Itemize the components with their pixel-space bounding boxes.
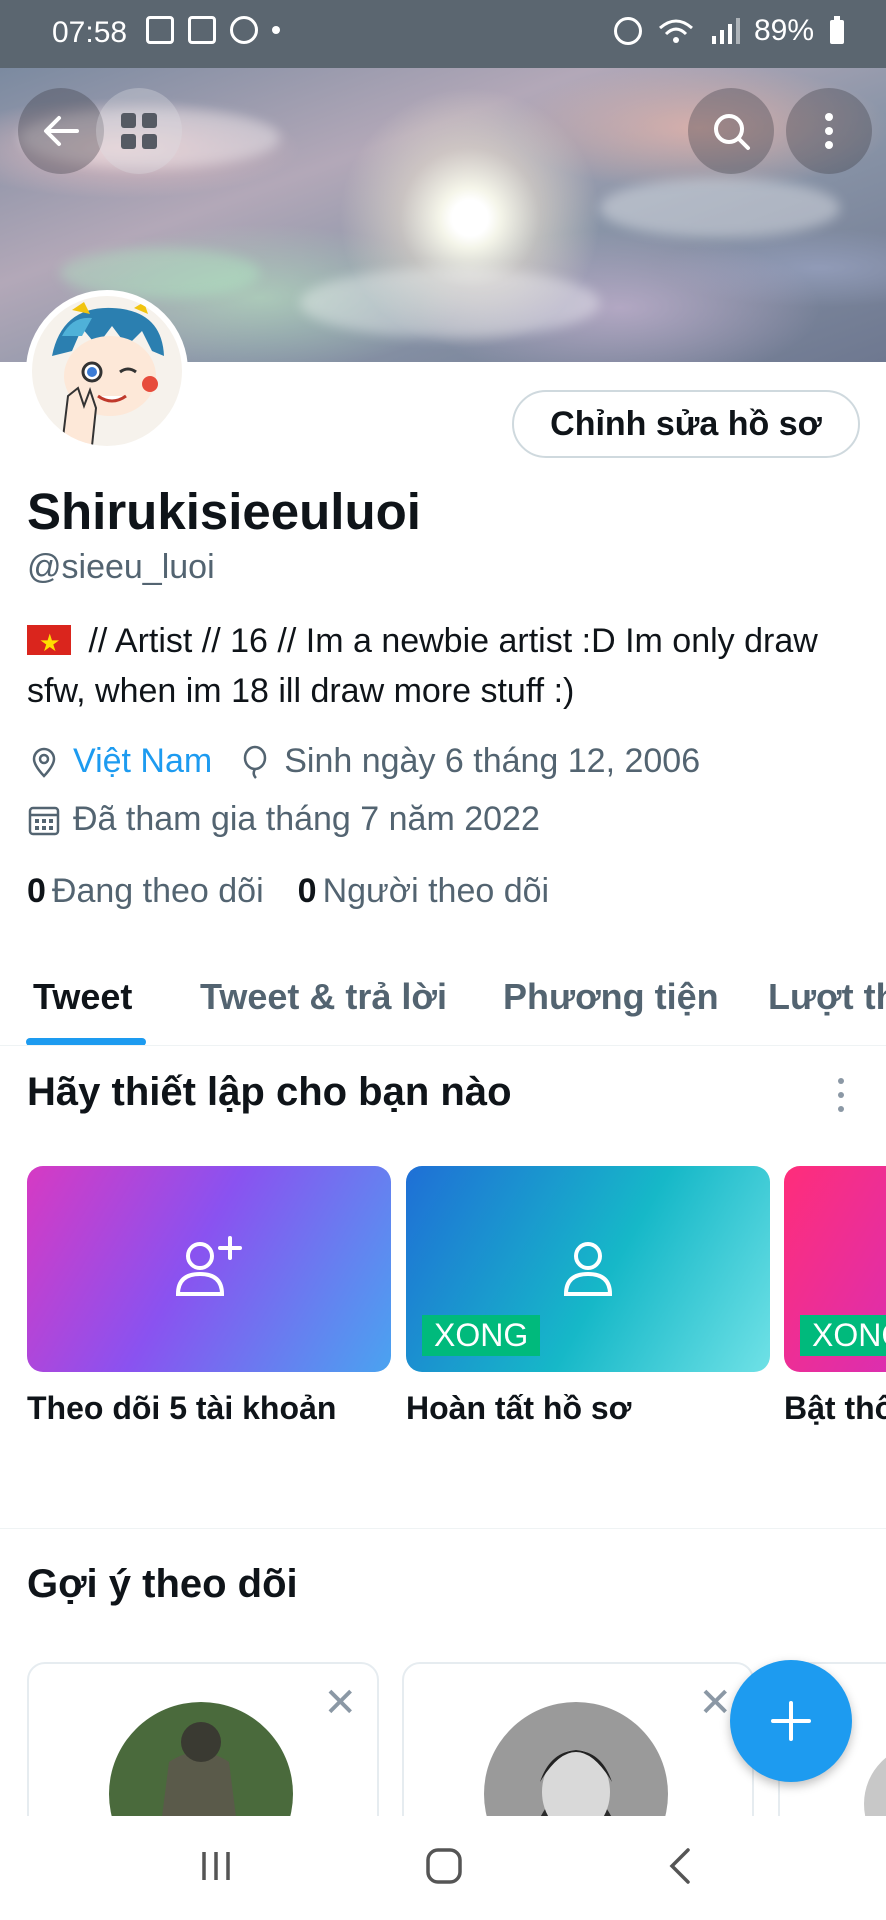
arrow-left-icon <box>44 116 79 146</box>
add-user-icon <box>175 1236 242 1296</box>
alarm-icon <box>613 17 642 45</box>
battery-percent: 89% <box>753 14 814 47</box>
following-label: Đang theo dõi <box>51 872 264 910</box>
dismiss-suggestion-close-icon[interactable]: ✕ <box>698 1680 732 1726</box>
setup-card-profile-label: Hoàn tất hồ sơ <box>406 1390 632 1426</box>
setup-card-profile[interactable]: XONG <box>406 1166 770 1372</box>
more-notifications-icon <box>272 26 280 34</box>
profile-screen: 07:58 89% Chỉnh sửa hồ sơ Shirukisieeulu… <box>0 0 886 1920</box>
setup-card-follow-label: Theo dõi 5 tài khoản <box>27 1390 337 1426</box>
more-button[interactable] <box>786 88 872 174</box>
status-time: 07:58 <box>52 16 128 49</box>
joined: Đã tham gia tháng 7 năm 2022 <box>27 800 540 839</box>
setup-card-follow[interactable] <box>27 1166 391 1372</box>
vietnam-flag-icon <box>27 619 71 669</box>
battery-icon <box>830 16 844 44</box>
birthday-text: Sinh ngày 6 tháng 12, 2006 <box>284 742 701 780</box>
bio-text: // Artist // 16 // Im a newbie artist :D… <box>27 622 818 710</box>
followers-link[interactable]: 0 Người theo dõi <box>298 872 549 910</box>
active-tab-indicator <box>26 1038 146 1045</box>
tab-likes[interactable]: Lượt thích <box>768 976 886 1018</box>
compose-tweet-button[interactable] <box>730 1660 852 1782</box>
setup-more-icon[interactable] <box>838 1078 848 1112</box>
following-count: 0 <box>27 872 46 910</box>
followers-label: Người theo dõi <box>322 872 550 910</box>
joined-text: Đã tham gia tháng 7 năm 2022 <box>73 800 540 838</box>
tab-media[interactable]: Phương tiện <box>503 976 719 1018</box>
section-divider <box>0 1528 886 1529</box>
system-navigation-bar <box>0 1816 886 1920</box>
birthday: Sinh ngày 6 tháng 12, 2006 <box>238 742 700 781</box>
signal-icon <box>711 18 740 44</box>
avatar-illustration <box>32 296 182 446</box>
wifi-icon <box>658 19 693 43</box>
follow-stats: 0 Đang theo dõi 0 Người theo dõi <box>27 872 549 911</box>
search-button[interactable] <box>688 88 774 174</box>
user-handle: @sieeu_luoi <box>27 548 215 586</box>
calendar-icon <box>28 806 60 835</box>
keyboard-icon <box>188 16 216 44</box>
search-icon <box>714 114 750 150</box>
recent-apps-icon[interactable] <box>196 1846 236 1886</box>
profile-tabs: Tweet Tweet & trả lời Phương tiện Lượt t… <box>0 970 886 1046</box>
location: Việt Nam <box>27 742 212 781</box>
following-link[interactable]: 0 Đang theo dõi <box>27 872 264 910</box>
setup-card-notifications-label: Bật thông báo <box>784 1390 886 1426</box>
setup-card-notifications[interactable]: XONG <box>784 1166 886 1372</box>
profile-meta-row-1: Việt Nam Sinh ngày 6 tháng 12, 2006 <box>27 742 726 781</box>
tab-tweets[interactable]: Tweet <box>33 976 132 1018</box>
display-name: Shirukisieeuluoi <box>27 483 421 540</box>
suggestions-title: Gợi ý theo dõi <box>27 1562 298 1606</box>
location-pin-icon <box>32 747 56 778</box>
back-nav-icon[interactable] <box>660 1846 700 1886</box>
grid-icon <box>121 113 157 149</box>
plus-icon <box>771 1701 811 1741</box>
profile-meta-row-2: Đã tham gia tháng 7 năm 2022 <box>27 800 566 839</box>
tab-tweets-replies[interactable]: Tweet & trả lời <box>200 976 447 1018</box>
dismiss-suggestion-close-icon[interactable]: ✕ <box>323 1680 357 1726</box>
screen-icon <box>146 16 174 44</box>
avatar[interactable] <box>26 290 188 452</box>
back-button[interactable] <box>18 88 104 174</box>
edit-profile-button[interactable]: Chỉnh sửa hồ sơ <box>512 390 860 458</box>
done-badge: XONG <box>800 1315 886 1356</box>
balloon-icon <box>243 745 267 779</box>
status-bar: 07:58 89% <box>0 0 886 68</box>
home-icon[interactable] <box>424 1846 464 1886</box>
grid-button[interactable] <box>96 88 182 174</box>
user-icon <box>563 1242 613 1296</box>
setup-section-title: Hãy thiết lập cho bạn nào <box>27 1070 512 1114</box>
pinterest-icon <box>230 16 258 44</box>
location-link[interactable]: Việt Nam <box>73 742 212 781</box>
done-badge: XONG <box>422 1315 541 1356</box>
more-vertical-icon <box>825 113 833 149</box>
bio: // Artist // 16 // Im a newbie artist :D… <box>27 616 857 716</box>
followers-count: 0 <box>297 872 317 910</box>
